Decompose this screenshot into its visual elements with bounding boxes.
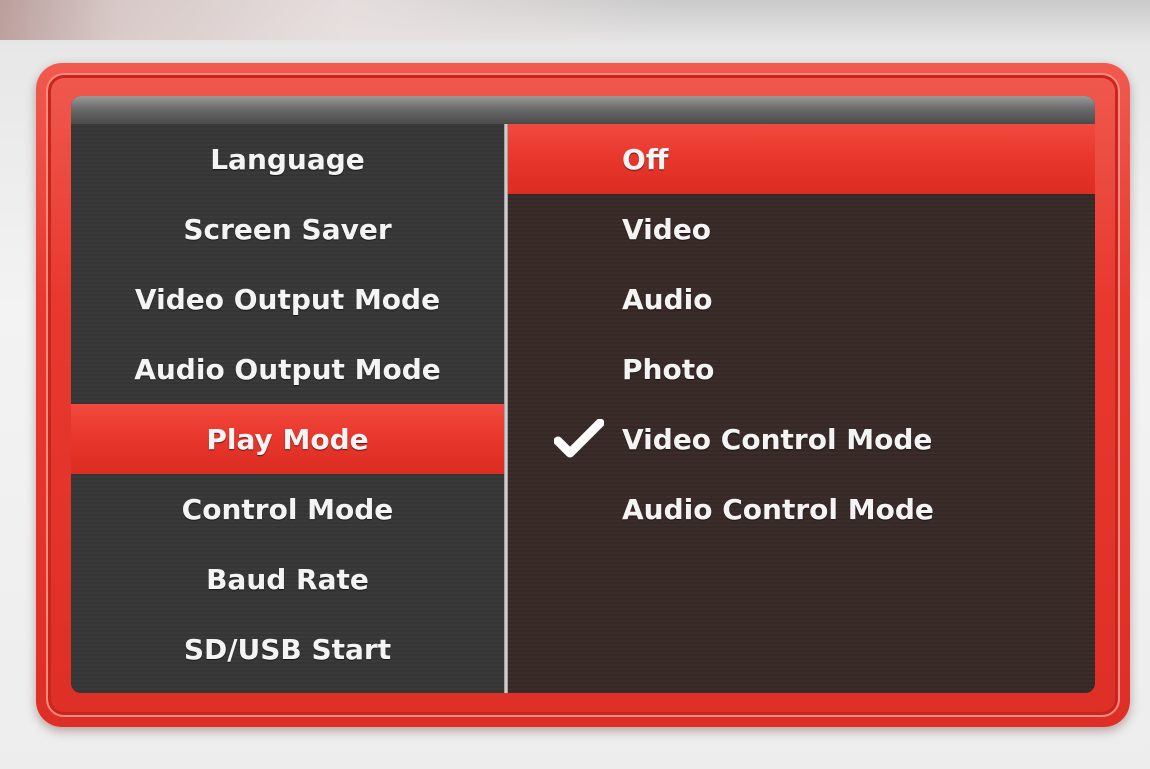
menu-item-language[interactable]: Language	[71, 124, 504, 194]
option-off[interactable]: Off	[508, 124, 1095, 194]
option-video-control-mode[interactable]: Video Control Mode	[508, 404, 1095, 474]
menu-item-baud-rate[interactable]: Baud Rate	[71, 544, 504, 614]
option-label: Off	[622, 142, 669, 176]
option-label: Video Control Mode	[622, 422, 933, 456]
menu-item-label: Language	[210, 142, 365, 176]
settings-category-list: Language Screen Saver Video Output Mode …	[71, 124, 504, 693]
menu-item-label: Play Mode	[206, 422, 369, 456]
menu-item-label: Screen Saver	[183, 212, 392, 246]
option-label: Audio Control Mode	[622, 492, 934, 526]
settings-panel: Language Screen Saver Video Output Mode …	[71, 96, 1095, 693]
menu-item-audio-output-mode[interactable]: Audio Output Mode	[71, 334, 504, 404]
menu-item-label: Audio Output Mode	[134, 352, 441, 386]
menu-item-label: SD/USB Start	[183, 632, 392, 666]
menu-item-label: Control Mode	[181, 492, 394, 526]
option-audio-control-mode[interactable]: Audio Control Mode	[508, 474, 1095, 544]
tv-screen: Language Screen Saver Video Output Mode …	[0, 0, 1150, 769]
menu-item-label: Video Output Mode	[134, 282, 441, 316]
check-icon	[554, 419, 604, 458]
menu-item-label: Baud Rate	[206, 562, 369, 596]
menu-item-sd-usb-start[interactable]: SD/USB Start	[71, 614, 504, 684]
menu-item-play-mode[interactable]: Play Mode	[71, 404, 504, 474]
menu-item-screen-saver[interactable]: Screen Saver	[71, 194, 504, 264]
settings-frame: Language Screen Saver Video Output Mode …	[36, 63, 1130, 727]
play-mode-options-list: Off Video Audio Photo Video Control Mode	[508, 124, 1095, 693]
option-video[interactable]: Video	[508, 194, 1095, 264]
option-label: Audio	[622, 282, 713, 316]
option-audio[interactable]: Audio	[508, 264, 1095, 334]
panel-header-bar	[71, 96, 1095, 124]
menu-item-control-mode[interactable]: Control Mode	[71, 474, 504, 544]
option-label: Video	[622, 212, 712, 246]
option-label: Photo	[622, 352, 715, 386]
screen-glare	[0, 0, 1150, 40]
menu-item-video-output-mode[interactable]: Video Output Mode	[71, 264, 504, 334]
option-photo[interactable]: Photo	[508, 334, 1095, 404]
